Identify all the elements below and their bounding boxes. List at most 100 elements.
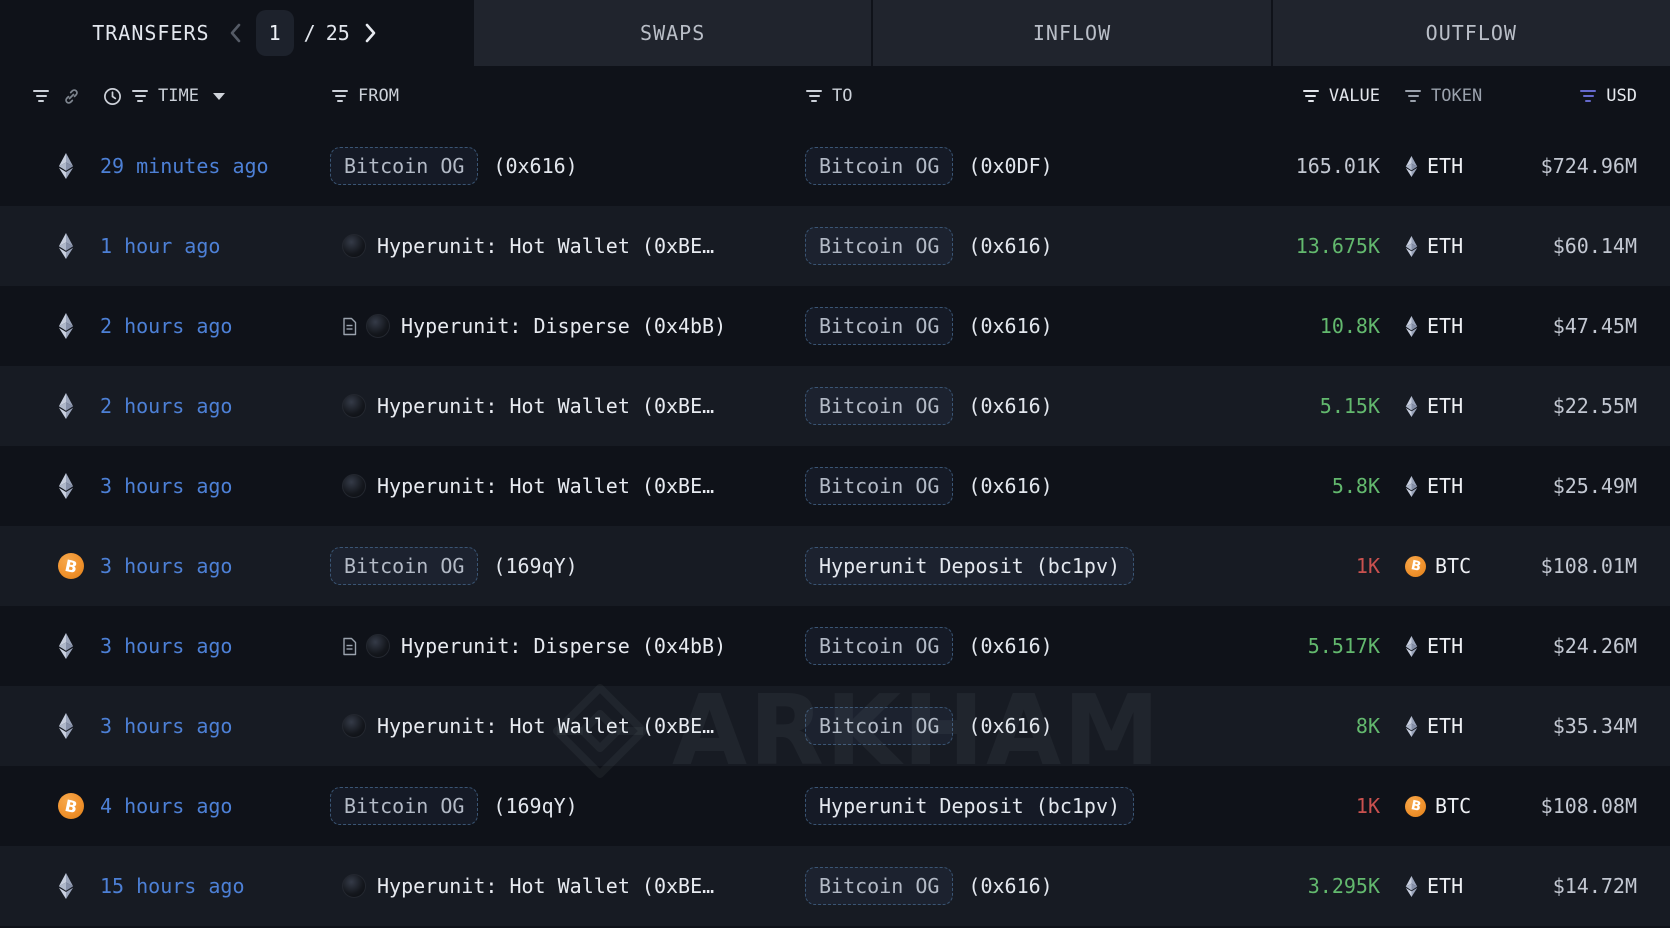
total-pages: 25 — [326, 21, 350, 45]
table-row[interactable]: B 3 hours ago Hyperunit: Disperse (0x4bB… — [0, 606, 1670, 686]
to-entity-pill[interactable]: Hyperunit Deposit (bc1pv) — [805, 787, 1134, 825]
chevron-right-icon[interactable] — [360, 21, 380, 45]
from-filter-icon[interactable] — [332, 90, 348, 102]
column-header-time[interactable]: TIME — [158, 86, 199, 106]
time-link[interactable]: 3 hours ago — [100, 474, 232, 498]
filter-icon[interactable] — [33, 90, 49, 102]
eth-token-icon — [1405, 716, 1418, 737]
time-link[interactable]: 2 hours ago — [100, 314, 232, 338]
time-link[interactable]: 3 hours ago — [100, 554, 232, 578]
transfer-value: 10.8K — [1320, 314, 1380, 338]
chevron-left-icon[interactable] — [226, 21, 246, 45]
tab-transfers[interactable]: TRANSFERS 1 / 25 — [0, 0, 472, 66]
eth-token-icon — [1405, 476, 1418, 497]
value-filter-icon[interactable] — [1303, 90, 1319, 102]
column-header-token[interactable]: TOKEN — [1431, 86, 1482, 106]
column-header-value[interactable]: VALUE — [1329, 86, 1380, 106]
from-address: (169qY) — [493, 794, 577, 818]
to-entity-pill[interactable]: Bitcoin OG — [805, 387, 953, 425]
eth-token-icon — [1405, 636, 1418, 657]
usd-value: $724.96M — [1541, 154, 1637, 178]
column-header-to[interactable]: TO — [832, 86, 852, 106]
table-row[interactable]: B 4 hours ago Bitcoin OG (169qY) Hyperun… — [0, 766, 1670, 846]
from-entity-name[interactable]: Hyperunit: Hot Wallet (0xBE… — [377, 234, 714, 258]
hyperunit-avatar — [342, 874, 366, 898]
token-symbol: ETH — [1427, 314, 1463, 338]
usd-value: $108.01M — [1541, 554, 1637, 578]
token-symbol: ETH — [1427, 874, 1463, 898]
time-link[interactable]: 15 hours ago — [100, 874, 245, 898]
clock-icon[interactable] — [103, 87, 122, 106]
from-entity-pill[interactable]: Bitcoin OG — [330, 547, 478, 585]
tab-transfers-label: TRANSFERS — [92, 21, 209, 45]
time-link[interactable]: 3 hours ago — [100, 634, 232, 658]
to-entity-pill[interactable]: Hyperunit Deposit (bc1pv) — [805, 547, 1134, 585]
table-row[interactable]: B 15 hours ago Hyperunit: Hot Wallet (0x… — [0, 846, 1670, 926]
btc-chain-icon: B — [58, 793, 84, 819]
time-filter-icon[interactable] — [132, 90, 148, 102]
usd-filter-icon[interactable] — [1580, 90, 1596, 102]
transfers-panel: TRANSFERS 1 / 25 SWAPS INFLOW OUTFLOW — [0, 0, 1670, 928]
column-header-from[interactable]: FROM — [358, 86, 399, 106]
column-header-usd[interactable]: USD — [1606, 86, 1637, 106]
eth-chain-icon — [58, 233, 74, 259]
token-symbol: ETH — [1427, 394, 1463, 418]
from-entity-name[interactable]: Hyperunit: Hot Wallet (0xBE… — [377, 394, 714, 418]
transfer-value: 1K — [1356, 554, 1380, 578]
table-row[interactable]: B 3 hours ago Hyperunit: Hot Wallet (0xB… — [0, 446, 1670, 526]
from-entity-name[interactable]: Hyperunit: Hot Wallet (0xBE… — [377, 474, 714, 498]
transfer-value: 5.517K — [1308, 634, 1380, 658]
link-icon[interactable] — [62, 87, 81, 106]
transfer-value: 5.15K — [1320, 394, 1380, 418]
tab-swaps[interactable]: SWAPS — [472, 0, 871, 66]
hyperunit-avatar — [366, 634, 390, 658]
to-address: (0x616) — [968, 234, 1052, 258]
time-link[interactable]: 1 hour ago — [100, 234, 220, 258]
hyperunit-avatar — [342, 234, 366, 258]
btc-chain-icon: B — [58, 553, 84, 579]
to-address: (0x616) — [968, 394, 1052, 418]
tab-outflow[interactable]: OUTFLOW — [1271, 0, 1670, 66]
time-link[interactable]: 2 hours ago — [100, 394, 232, 418]
table-row[interactable]: B 2 hours ago Hyperunit: Hot Wallet (0xB… — [0, 366, 1670, 446]
to-entity-pill[interactable]: Bitcoin OG — [805, 707, 953, 745]
from-entity-name[interactable]: Hyperunit: Hot Wallet (0xBE… — [377, 714, 714, 738]
to-entity-pill[interactable]: Bitcoin OG — [805, 227, 953, 265]
from-entity-name[interactable]: Hyperunit: Disperse (0x4bB) — [401, 314, 726, 338]
to-filter-icon[interactable] — [806, 90, 822, 102]
btc-token-icon: B — [1405, 556, 1426, 577]
time-link[interactable]: 4 hours ago — [100, 794, 232, 818]
to-entity-pill[interactable]: Bitcoin OG — [805, 627, 953, 665]
token-filter-icon[interactable] — [1405, 90, 1421, 102]
table-row[interactable]: B 3 hours ago Bitcoin OG (169qY) Hyperun… — [0, 526, 1670, 606]
usd-value: $14.72M — [1553, 874, 1637, 898]
eth-chain-icon — [58, 313, 74, 339]
table-row[interactable]: B 1 hour ago Hyperunit: Hot Wallet (0xBE… — [0, 206, 1670, 286]
eth-token-icon — [1405, 236, 1418, 257]
time-link[interactable]: 3 hours ago — [100, 714, 232, 738]
table-row[interactable]: B 2 hours ago Hyperunit: Disperse (0x4bB… — [0, 286, 1670, 366]
table-row[interactable]: B 29 minutes ago Bitcoin OG (0x616) Bitc… — [0, 126, 1670, 206]
table-header-row: TIME FROM TO VALUE TOKEN USD — [0, 66, 1670, 126]
to-address: (0x616) — [968, 314, 1052, 338]
usd-value: $60.14M — [1553, 234, 1637, 258]
tab-inflow[interactable]: INFLOW — [871, 0, 1270, 66]
pagination: 1 / 25 — [226, 10, 380, 56]
from-entity-name[interactable]: Hyperunit: Disperse (0x4bB) — [401, 634, 726, 658]
from-entity-name[interactable]: Hyperunit: Hot Wallet (0xBE… — [377, 874, 714, 898]
contract-icon — [342, 317, 357, 336]
hyperunit-avatar — [342, 394, 366, 418]
from-entity-pill[interactable]: Bitcoin OG — [330, 787, 478, 825]
to-entity-pill[interactable]: Bitcoin OG — [805, 467, 953, 505]
from-entity-pill[interactable]: Bitcoin OG — [330, 147, 478, 185]
to-entity-pill[interactable]: Bitcoin OG — [805, 147, 953, 185]
to-entity-pill[interactable]: Bitcoin OG — [805, 307, 953, 345]
transfer-value: 1K — [1356, 794, 1380, 818]
to-entity-pill[interactable]: Bitcoin OG — [805, 867, 953, 905]
to-address: (0x616) — [968, 714, 1052, 738]
hyperunit-avatar — [342, 474, 366, 498]
caret-down-icon[interactable] — [213, 93, 225, 100]
eth-chain-icon — [58, 633, 74, 659]
table-row[interactable]: B 3 hours ago Hyperunit: Hot Wallet (0xB… — [0, 686, 1670, 766]
time-link[interactable]: 29 minutes ago — [100, 154, 269, 178]
